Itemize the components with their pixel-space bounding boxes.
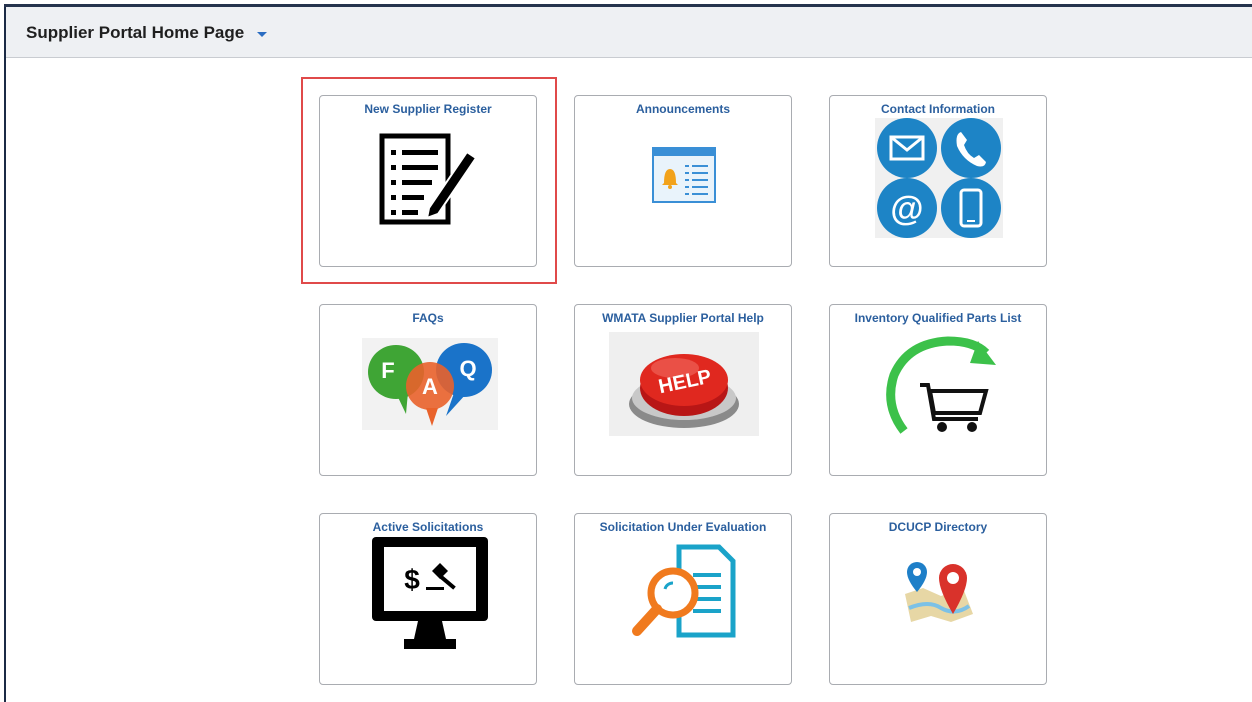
tile-faqs[interactable]: FAQs F A Q [319,304,537,476]
faq-letter-q: Q [459,356,476,381]
tile-wmata-supplier-portal-help[interactable]: WMATA Supplier Portal Help HELP [574,304,792,476]
tile-label: Solicitation Under Evaluation [599,520,767,534]
document-magnifier-icon [632,544,736,638]
tile-label: WMATA Supplier Portal Help [602,311,764,325]
tile-contact-information[interactable]: Contact Information @ [829,95,1047,267]
chevron-down-icon[interactable] [257,32,267,37]
tile-label: Announcements [635,102,730,116]
faq-bubbles-icon: F A Q [362,338,498,430]
contact-icons: @ [875,118,1003,238]
tile-solicitation-under-evaluation[interactable]: Solicitation Under Evaluation [574,513,792,685]
tile-label: Inventory Qualified Parts List [854,311,1022,325]
register-form-icon [379,133,478,225]
svg-text:@: @ [890,190,923,228]
tile-dcucp-directory[interactable]: DCUCP Directory [829,513,1047,685]
help-button-icon: HELP [609,332,759,436]
tile-new-supplier-register[interactable]: New Supplier Register [319,95,537,267]
faq-letter-f: F [381,358,394,383]
tile-label: Contact Information [881,102,995,116]
tile-label: DCUCP Directory [888,520,988,534]
tile-active-solicitations[interactable]: Active Solicitations $ [319,513,537,685]
faq-letter-a: A [422,374,438,399]
auction-monitor-icon: $ [372,537,488,649]
cart-refresh-icon [886,336,996,434]
announcement-bell-icon [652,147,716,203]
auction-dollar-text: $ [404,564,420,595]
tile-label: Active Solicitations [372,520,484,534]
map-pins-icon [905,562,973,622]
tile-label: FAQs [412,311,444,325]
tile-inventory-qualified-parts-list[interactable]: Inventory Qualified Parts List [829,304,1047,476]
page-header: Supplier Portal Home Page [6,7,1252,58]
left-border [4,7,6,702]
page-title[interactable]: Supplier Portal Home Page [26,23,244,43]
tile-announcements[interactable]: Announcements [574,95,792,267]
tile-label: New Supplier Register [364,102,492,116]
page: Supplier Portal Home Page New Supplier R… [0,0,1252,702]
